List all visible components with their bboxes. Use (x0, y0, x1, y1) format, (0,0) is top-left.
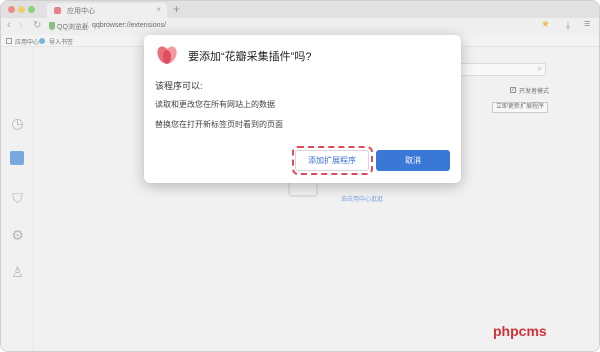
watermark: phpcms (493, 323, 547, 339)
browser-window: 应用中心 × + ‹ › ↻ QQ浏览器 qqbrowser://extensi… (0, 0, 600, 352)
cancel-button[interactable]: 取消 (376, 150, 450, 171)
huaban-logo-icon (157, 46, 177, 64)
dialog-title: 要添加“花瓣采集插件”吗? (188, 51, 312, 63)
permission-item: 替换您在打开新标签页时看到的页面 (155, 120, 283, 129)
add-extension-button[interactable]: 添加扩展程序 (295, 150, 369, 171)
add-extension-dialog: 要添加“花瓣采集插件”吗? 该程序可以: 读取和更改您在所有网站上的数据 替换您… (144, 35, 461, 183)
permission-item: 读取和更改您在所有网站上的数据 (155, 100, 275, 109)
dialog-subtitle: 该程序可以: (155, 81, 203, 91)
